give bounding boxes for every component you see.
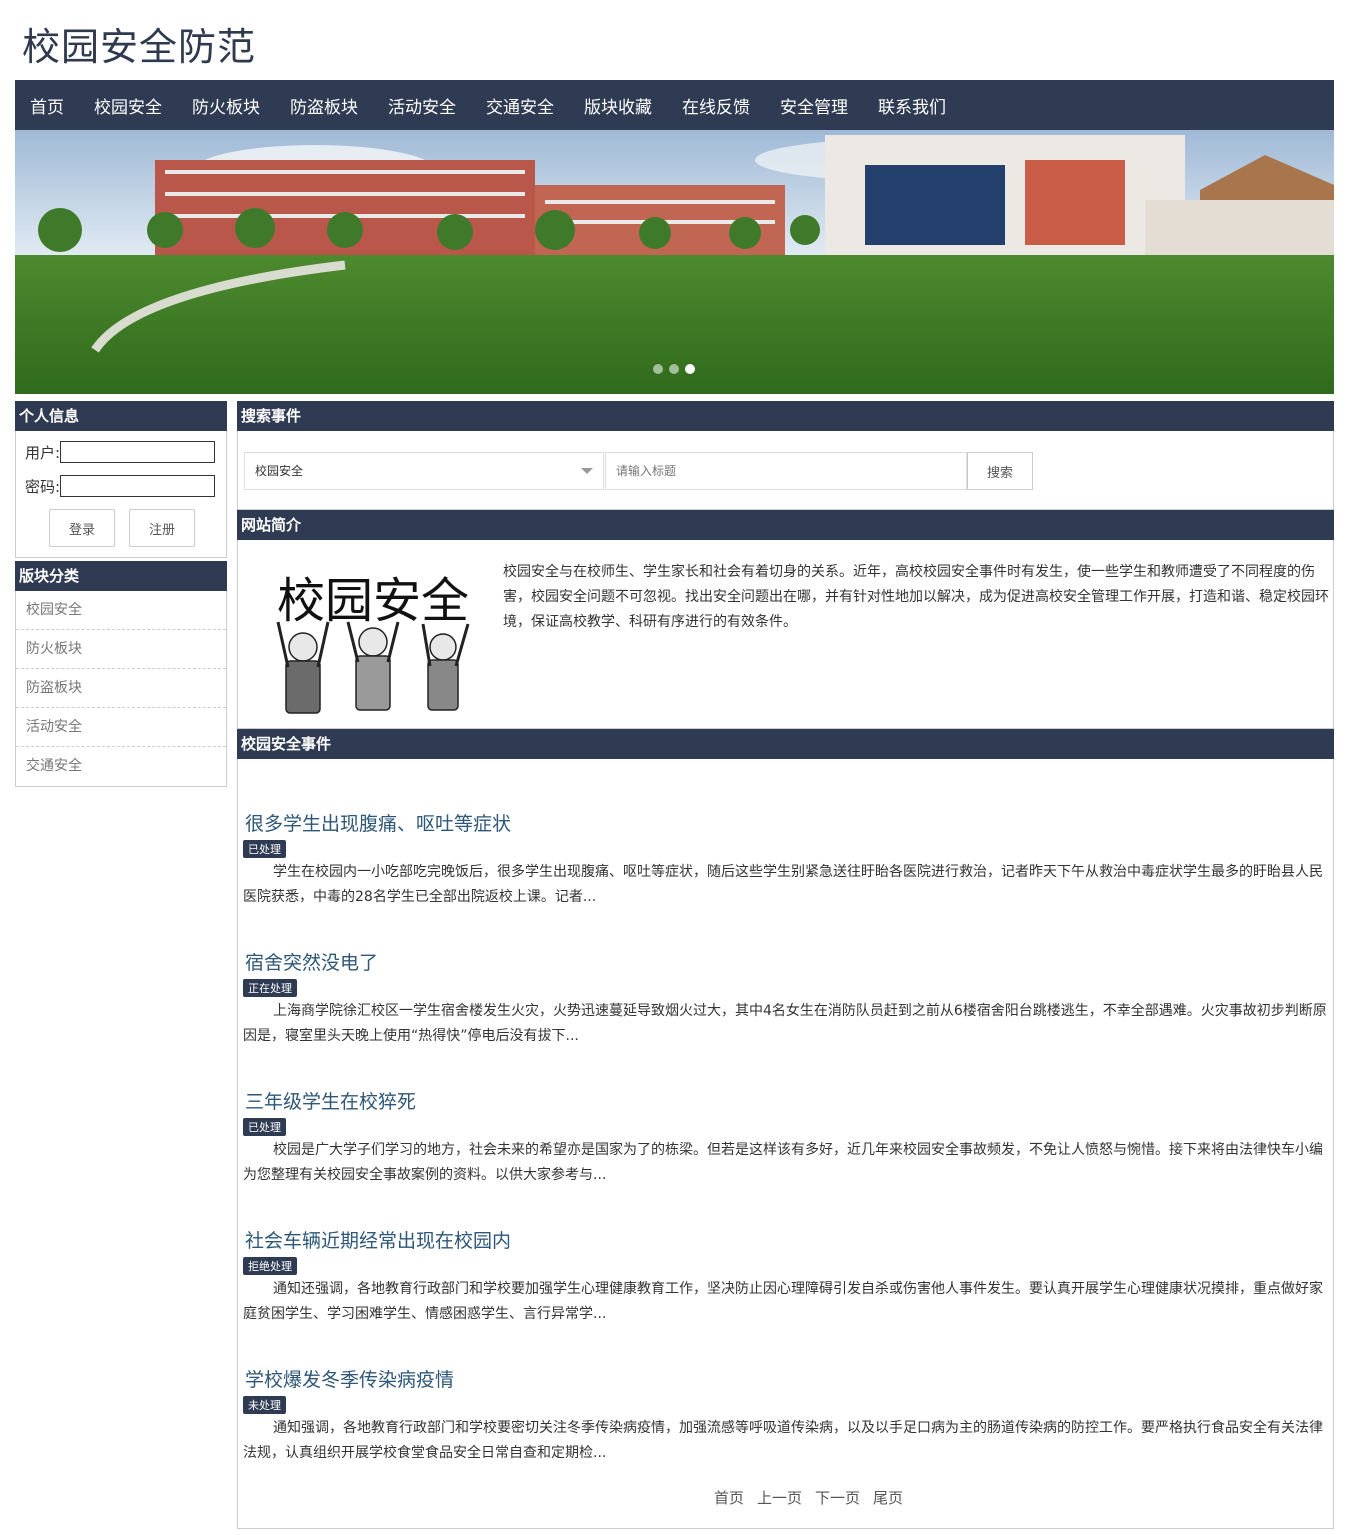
main-content: 搜索事件 校园安全 搜索 网站简介 校园安全 <box>237 401 1334 1529</box>
login-button[interactable]: 登录 <box>49 509 115 547</box>
nav-fire[interactable]: 防火板块 <box>192 93 260 118</box>
status-badge: 未处理 <box>243 1396 286 1414</box>
event-title-link[interactable]: 学校爆发冬季传染病疫情 <box>245 1365 1327 1392</box>
search-button[interactable]: 搜索 <box>967 452 1033 490</box>
category-list: 校园安全 防火板块 防盗板块 活动安全 交通安全 <box>15 591 227 787</box>
event-item: 三年级学生在校猝死 已处理 校园是广大学子们学习的地方，社会未来的希望亦是国家为… <box>243 1087 1327 1188</box>
event-title-link[interactable]: 宿舍突然没电了 <box>245 948 1327 975</box>
pagination: 首页 上一页 下一页 尾页 <box>714 1487 903 1508</box>
event-summary: 通知强调，各地教育行政部门和学校要密切关注冬季传染病疫情，加强流感等呼吸道传染病… <box>243 1420 1323 1461</box>
password-input[interactable] <box>60 475 216 497</box>
username-label: 用户: <box>25 443 61 462</box>
status-badge: 拒绝处理 <box>243 1257 297 1275</box>
register-button[interactable]: 注册 <box>129 509 195 547</box>
event-summary: 学生在校园内一小吃部吃完晚饭后，很多学生出现腹痛、呕吐等症状，随后这些学生别紧急… <box>243 864 1323 905</box>
nav-feedback[interactable]: 在线反馈 <box>682 93 750 118</box>
event-summary: 上海商学院徐汇校区一学生宿舍楼发生火灾，火势迅速蔓延导致烟火过大，其中4名女生在… <box>243 1003 1327 1044</box>
category-item-traffic[interactable]: 交通安全 <box>16 747 226 786</box>
events-heading: 校园安全事件 <box>237 729 1334 759</box>
pager-last[interactable]: 尾页 <box>873 1487 903 1508</box>
nav-home[interactable]: 首页 <box>30 93 64 118</box>
nav-campus-safety[interactable]: 校园安全 <box>94 93 162 118</box>
intro-panel: 校园安全 校园安全与在校师生、学生家长和社会有着切身的关系。近年，高校校园安全事… <box>237 540 1334 729</box>
status-badge: 已处理 <box>243 1118 286 1136</box>
login-form: 用户: 密码: 登录 注册 <box>15 431 227 558</box>
pager-prev[interactable]: 上一页 <box>757 1487 802 1508</box>
main-nav: 首页 校园安全 防火板块 防盗板块 活动安全 交通安全 版块收藏 在线反馈 安全… <box>15 80 1334 130</box>
events-panel: 很多学生出现腹痛、呕吐等症状 已处理 学生在校园内一小吃部吃完晚饭后，很多学生出… <box>237 759 1334 1529</box>
left-sidebar: 个人信息 用户: 密码: 登录 注册 版块分类 校园安全 防火板块 防盗板块 活… <box>15 401 227 787</box>
carousel-dot-1[interactable] <box>653 364 663 374</box>
category-select-value: 校园安全 <box>255 464 304 478</box>
intro-text: 校园安全与在校师生、学生家长和社会有着切身的关系。近年，高校校园安全事件时有发生… <box>503 564 1329 630</box>
event-item: 很多学生出现腹痛、呕吐等症状 已处理 学生在校园内一小吃部吃完晚饭后，很多学生出… <box>243 809 1327 910</box>
search-input[interactable] <box>605 452 967 490</box>
nav-traffic[interactable]: 交通安全 <box>486 93 554 118</box>
status-badge: 正在处理 <box>243 979 297 997</box>
site-title: 校园安全防范 <box>22 25 257 69</box>
event-item: 学校爆发冬季传染病疫情 未处理 通知强调，各地教育行政部门和学校要密切关注冬季传… <box>243 1365 1327 1466</box>
nav-management[interactable]: 安全管理 <box>780 93 848 118</box>
carousel-indicators <box>653 364 695 374</box>
banner-carousel[interactable] <box>15 130 1334 394</box>
event-summary: 通知还强调，各地教育行政部门和学校要加强学生心理健康教育工作，坚决防止因心理障碍… <box>243 1281 1323 1322</box>
intro-image-text: 校园安全 <box>277 573 469 629</box>
category-item-fire[interactable]: 防火板块 <box>16 630 226 669</box>
search-heading: 搜索事件 <box>237 401 1334 431</box>
category-item-theft[interactable]: 防盗板块 <box>16 669 226 708</box>
status-badge: 已处理 <box>243 840 286 858</box>
campus-safety-cartoon-image: 校园安全 <box>248 562 498 722</box>
event-title-link[interactable]: 社会车辆近期经常出现在校园内 <box>245 1226 1327 1253</box>
event-title-link[interactable]: 很多学生出现腹痛、呕吐等症状 <box>245 809 1327 836</box>
pager-next[interactable]: 下一页 <box>815 1487 860 1508</box>
carousel-dot-2[interactable] <box>669 364 679 374</box>
pager-first[interactable]: 首页 <box>714 1487 744 1508</box>
password-label: 密码: <box>25 477 61 496</box>
nav-activity[interactable]: 活动安全 <box>388 93 456 118</box>
category-item-activity[interactable]: 活动安全 <box>16 708 226 747</box>
carousel-dot-3[interactable] <box>685 364 695 374</box>
search-panel: 校园安全 搜索 <box>237 431 1334 510</box>
category-item-campus-safety[interactable]: 校园安全 <box>16 591 226 630</box>
nav-favorites[interactable]: 版块收藏 <box>584 93 652 118</box>
personal-info-heading: 个人信息 <box>15 401 227 431</box>
event-item: 社会车辆近期经常出现在校园内 拒绝处理 通知还强调，各地教育行政部门和学校要加强… <box>243 1226 1327 1327</box>
nav-theft[interactable]: 防盗板块 <box>290 93 358 118</box>
category-select[interactable]: 校园安全 <box>244 452 604 490</box>
intro-heading: 网站简介 <box>237 510 1334 540</box>
event-title-link[interactable]: 三年级学生在校猝死 <box>245 1087 1327 1114</box>
event-item: 宿舍突然没电了 正在处理 上海商学院徐汇校区一学生宿舍楼发生火灾，火势迅速蔓延导… <box>243 948 1327 1049</box>
categories-heading: 版块分类 <box>15 561 227 591</box>
chevron-down-icon <box>581 468 593 474</box>
username-input[interactable] <box>60 441 216 463</box>
nav-contact[interactable]: 联系我们 <box>878 93 946 118</box>
banner-image <box>15 130 1334 394</box>
event-summary: 校园是广大学子们学习的地方，社会未来的希望亦是国家为了的栋梁。但若是这样该有多好… <box>243 1142 1323 1183</box>
